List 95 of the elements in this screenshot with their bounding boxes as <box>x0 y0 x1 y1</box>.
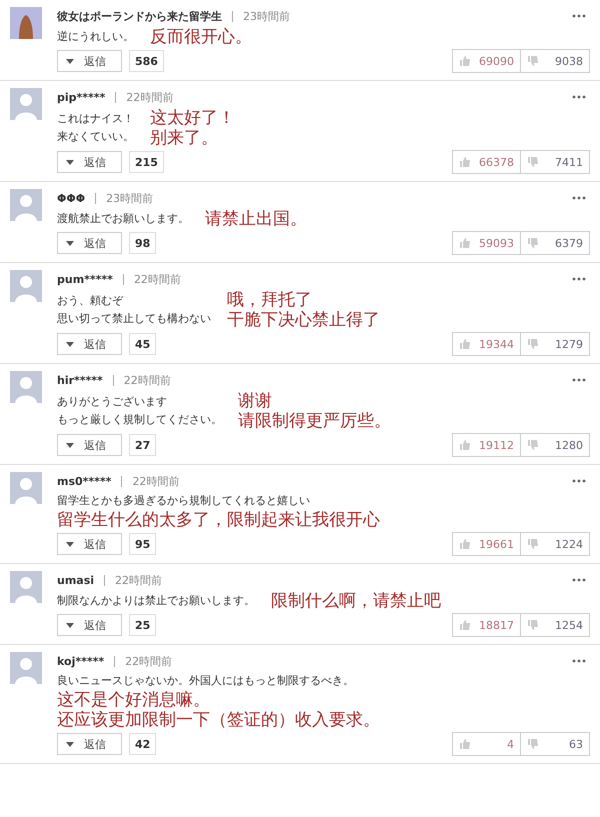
more-icon[interactable] <box>572 196 586 200</box>
user-name[interactable]: koj***** <box>57 654 104 668</box>
reply-count: 215 <box>129 151 164 173</box>
translation-text: 哦，拜托了 <box>227 290 313 310</box>
comment-text: 制限なんかよりは禁止でお願いします。 <box>57 593 255 609</box>
post-time: 23時間前 <box>243 8 290 24</box>
post-time: 22時間前 <box>132 474 180 488</box>
reply-count: 27 <box>129 434 156 456</box>
translation-text: 这不是个好消息嘛。 <box>57 690 211 710</box>
avatar <box>10 270 42 302</box>
post-time: 22時間前 <box>134 272 181 286</box>
translation-text: 谢谢 <box>238 391 273 411</box>
post-time: 22時間前 <box>125 654 172 668</box>
user-name[interactable]: 彼女はポーランドから来た留学生 <box>57 8 222 24</box>
thumbs-up-icon <box>459 55 471 67</box>
translation-text: 限制什么啊，请禁止吧 <box>271 591 441 611</box>
user-name[interactable]: umasi <box>57 574 94 586</box>
comment-text: もっと厳しく規制してください。 <box>57 412 222 428</box>
reply-button[interactable]: 返信 <box>57 333 122 355</box>
reply-button[interactable]: 返信 <box>57 434 122 456</box>
comment-text: おう、頼むぞ <box>57 293 124 309</box>
user-name[interactable]: hir***** <box>57 374 103 386</box>
thumbs-down-icon <box>527 738 539 750</box>
thumbs-down-icon <box>527 237 539 249</box>
caret-icon <box>66 342 74 346</box>
caret-icon <box>66 442 74 448</box>
reply-button[interactable]: 返信 <box>57 533 122 555</box>
comment-text: 留学生とかも多過ぎるから規制してくれると嬉しい <box>57 493 310 509</box>
avatar <box>10 472 42 504</box>
thumbs-up-icon <box>459 738 471 750</box>
comment-text: ありがとうございます <box>57 394 168 410</box>
thumbs-up-icon <box>459 156 471 168</box>
translation-text: 请禁止出国。 <box>205 209 307 229</box>
user-name[interactable]: pum***** <box>57 272 113 286</box>
comment-text: 良いニュースじゃないか。外国人にはもっと制限するべき。 <box>57 673 354 689</box>
avatar <box>10 652 42 684</box>
more-icon[interactable] <box>572 95 586 99</box>
reply-button[interactable]: 返信 <box>57 151 122 173</box>
thumbs-up-icon <box>459 619 471 631</box>
more-icon[interactable] <box>572 578 586 582</box>
avatar <box>10 88 42 120</box>
avatar <box>10 371 42 403</box>
more-icon[interactable] <box>572 479 586 483</box>
thumbs-up-icon <box>459 237 471 249</box>
reply-count: 25 <box>129 614 156 636</box>
translation-text: 留学生什么的太多了，限制起来让我很开心 <box>57 510 380 530</box>
reply-button[interactable]: 返信 <box>57 50 122 72</box>
reply-button[interactable]: 返信 <box>57 614 122 636</box>
thumbs-down-icon <box>527 156 539 168</box>
comment-text: 思い切って禁止しても構わない <box>57 311 211 327</box>
translation-text: 别来了。 <box>150 128 219 148</box>
translation-text: 这太好了！ <box>150 108 235 128</box>
thumbs-down-icon <box>527 338 539 350</box>
more-icon[interactable] <box>572 277 586 281</box>
user-name[interactable]: ΦΦΦ <box>57 192 86 204</box>
translation-text: 反而很开心。 <box>150 27 252 47</box>
thumbs-down-icon <box>527 55 539 67</box>
more-icon[interactable] <box>572 659 586 663</box>
avatar <box>10 7 42 39</box>
comment-text: 渡航禁止でお願いします。 <box>57 211 189 227</box>
user-name[interactable]: pip***** <box>57 90 106 104</box>
reply-button[interactable]: 返信 <box>57 232 122 254</box>
avatar <box>10 571 42 603</box>
caret-icon <box>66 160 74 164</box>
thumbs-down-icon <box>527 538 539 550</box>
reply-count: 45 <box>129 333 156 355</box>
reply-count: 98 <box>129 232 156 254</box>
reply-count: 586 <box>129 50 164 72</box>
reply-count: 95 <box>129 533 156 555</box>
thumbs-down-icon <box>527 619 539 631</box>
more-icon[interactable] <box>572 14 586 18</box>
comment-text: これはナイス！ <box>57 111 134 127</box>
post-time: 22時間前 <box>115 572 162 588</box>
caret-icon <box>66 240 74 246</box>
translation-text: 干脆下决心禁止得了 <box>227 310 380 330</box>
comment-text: 来なくていい。 <box>57 129 134 145</box>
translation-text: 还应该更加限制一下（签证的）收入要求。 <box>57 710 380 730</box>
post-time: 22時間前 <box>126 90 174 104</box>
user-name[interactable]: ms0***** <box>57 474 112 488</box>
reply-button[interactable]: 返信 <box>57 733 122 755</box>
caret-icon <box>66 542 74 546</box>
comment-text: 逆にうれしい。 <box>57 29 134 45</box>
thumbs-up-icon <box>459 439 471 451</box>
thumbs-up-icon <box>459 538 471 550</box>
more-icon[interactable] <box>572 378 586 382</box>
caret-icon <box>66 742 74 746</box>
caret-icon <box>66 58 74 64</box>
post-time: 22時間前 <box>124 372 171 388</box>
thumbs-up-icon <box>459 338 471 350</box>
reply-count: 42 <box>129 733 156 755</box>
translation-text: 请限制得更严厉些。 <box>238 411 391 431</box>
thumbs-down-icon <box>527 439 539 451</box>
caret-icon <box>66 622 74 628</box>
avatar <box>10 189 42 221</box>
post-time: 23時間前 <box>106 190 154 206</box>
